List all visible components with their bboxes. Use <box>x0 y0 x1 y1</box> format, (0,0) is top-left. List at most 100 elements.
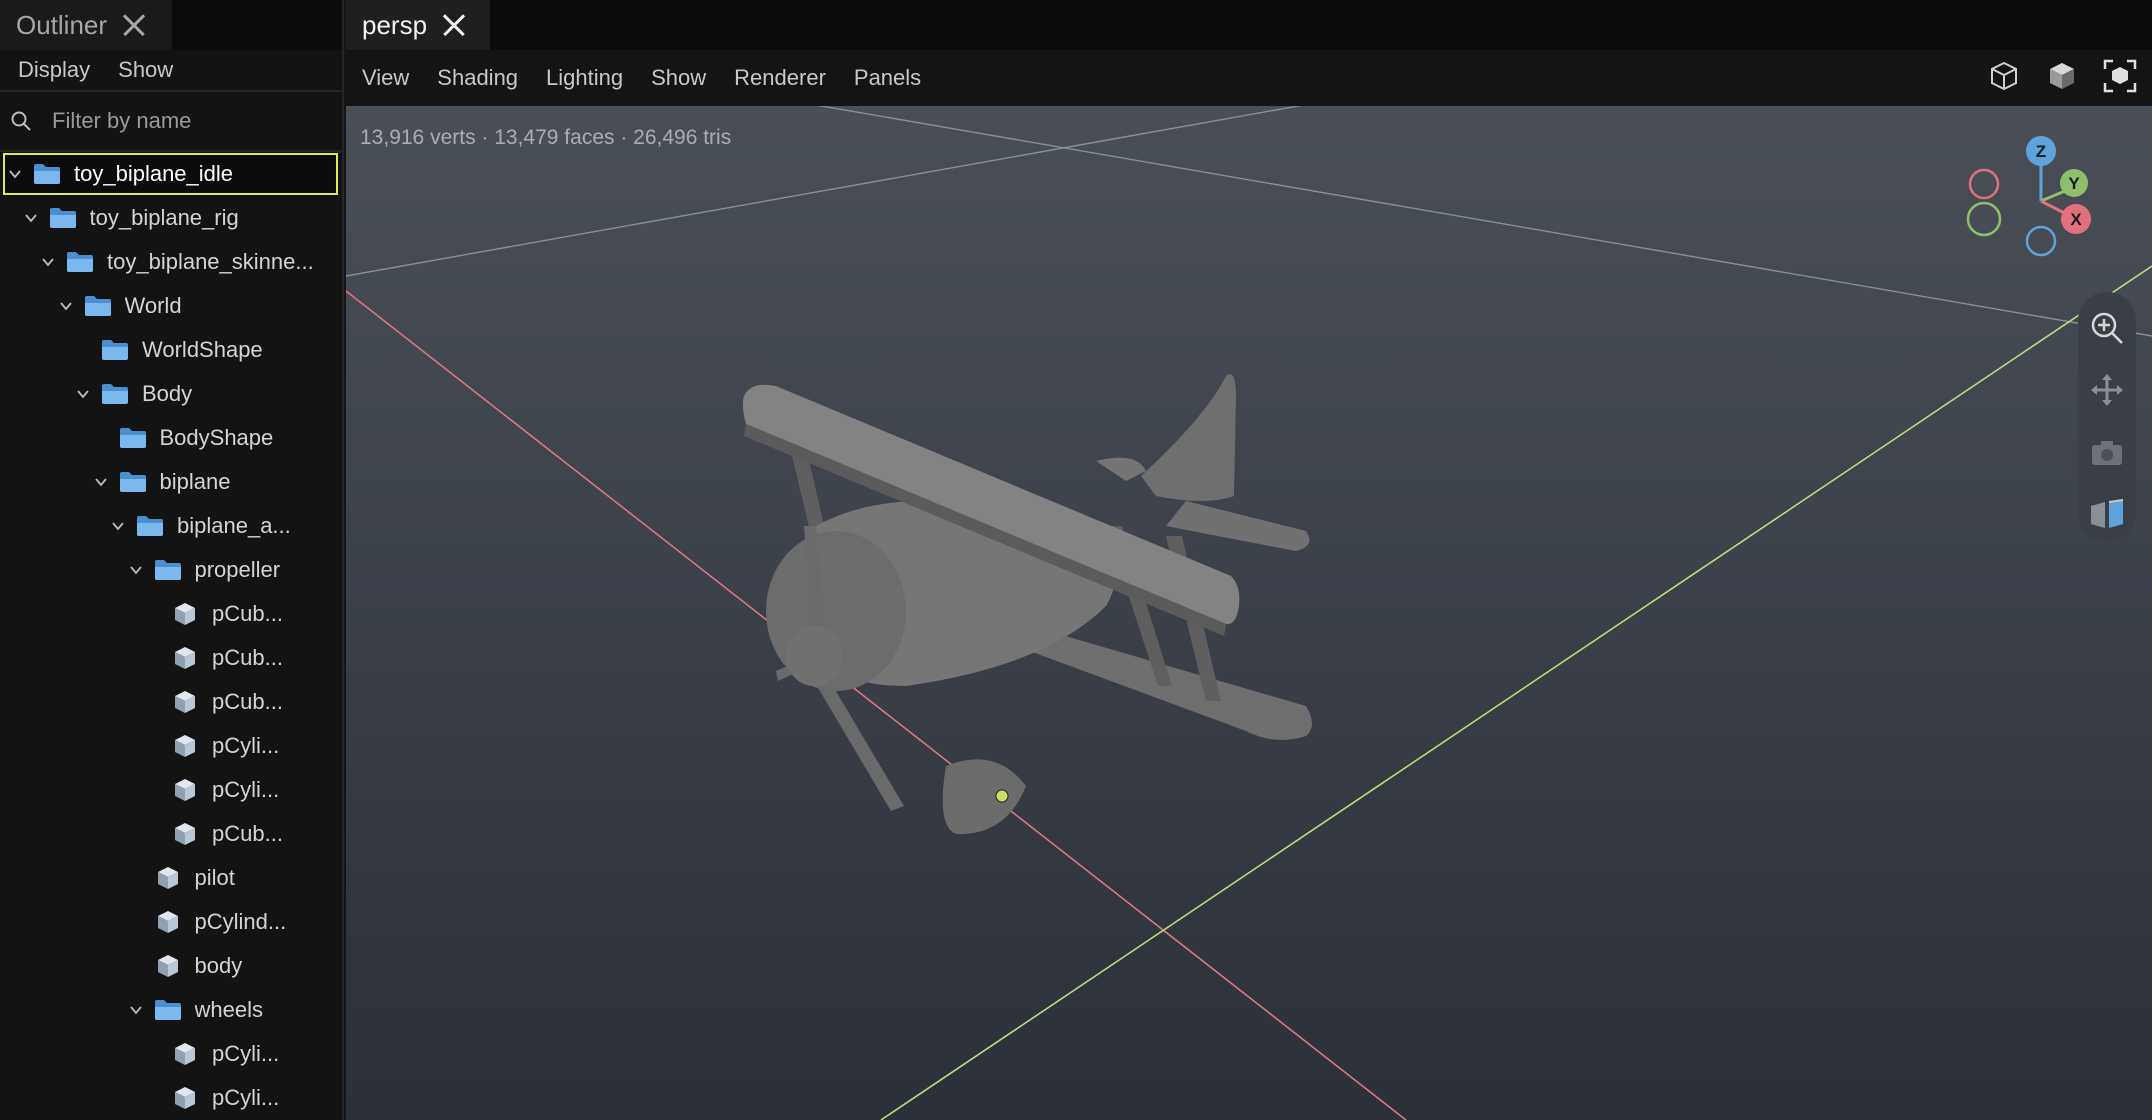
outliner-panel: Outliner Display Show toy_biplane_idleto… <box>0 0 344 1120</box>
chevron-down-icon[interactable] <box>4 163 26 185</box>
mesh-cube-icon <box>170 646 200 670</box>
menu-panels[interactable]: Panels <box>854 65 921 91</box>
tree-row[interactable]: pCylind... <box>0 900 342 944</box>
folder-icon <box>100 382 130 406</box>
tree-row-label: pCub... <box>212 821 283 846</box>
menu-display[interactable]: Display <box>18 57 90 83</box>
menu-view[interactable]: View <box>362 65 409 91</box>
mesh-cube-icon <box>153 910 183 934</box>
tree-row[interactable]: biplane_a... <box>0 504 342 548</box>
orientation-gizmo[interactable]: Z Y X <box>1966 126 2116 286</box>
tree-row-label: pCub... <box>212 645 283 670</box>
folder-icon <box>65 250 95 274</box>
tree-row[interactable]: toy_biplane_idle <box>2 152 339 196</box>
gizmo-neg-x[interactable] <box>1968 168 2000 200</box>
view-cube-icon[interactable] <box>2085 492 2129 536</box>
tree-row-label: pCylind... <box>194 909 287 934</box>
tree-row[interactable]: Body <box>0 372 342 416</box>
folder-icon <box>153 998 183 1022</box>
tab-persp[interactable]: persp <box>346 0 490 50</box>
gizmo-x-label: X <box>2070 210 2082 229</box>
folder-icon <box>83 294 113 318</box>
tree-row[interactable]: pCub... <box>0 680 342 724</box>
tree-row-label: pCyli... <box>212 1085 280 1110</box>
tree-row[interactable]: toy_biplane_skinne... <box>0 240 342 284</box>
chevron-down-icon[interactable] <box>125 999 147 1021</box>
gizmo-neg-z[interactable] <box>2025 225 2057 257</box>
tree-row[interactable]: toy_biplane_rig <box>0 196 342 240</box>
menu-show[interactable]: Show <box>651 65 706 91</box>
tree-row[interactable]: propeller <box>0 548 342 592</box>
grid-line <box>817 106 2152 337</box>
tab-persp-label: persp <box>362 9 428 40</box>
viewport-toolbar <box>1986 58 2138 94</box>
tree-row-label: pCyli... <box>212 1041 280 1066</box>
zoom-icon[interactable] <box>2085 306 2129 350</box>
close-icon[interactable] <box>443 14 465 36</box>
wireframe-cube-icon[interactable] <box>1986 58 2022 94</box>
tree-row-label: toy_biplane_rig <box>89 205 239 230</box>
tree-row-label: Body <box>142 381 193 406</box>
menu-renderer[interactable]: Renderer <box>734 65 826 91</box>
tree-row-label: pCyli... <box>212 777 280 802</box>
gizmo-y-label: Y <box>2068 174 2080 193</box>
mesh-cube-icon <box>170 1042 200 1066</box>
mesh-cube-icon <box>153 954 183 978</box>
biplane-model[interactable] <box>742 374 1312 835</box>
mesh-stats: 13,916 verts · 13,479 faces · 26,496 tri… <box>360 126 732 149</box>
pan-icon[interactable] <box>2085 368 2129 412</box>
viewport-grid <box>346 106 2152 1120</box>
gizmo-neg-y[interactable] <box>1966 201 2002 237</box>
tree-row[interactable]: pilot <box>0 856 342 900</box>
chevron-down-icon[interactable] <box>107 515 129 537</box>
mesh-cube-icon <box>170 690 200 714</box>
folder-icon <box>100 338 130 362</box>
tree-row[interactable]: pCyli... <box>0 1076 342 1120</box>
tree-row-label: WorldShape <box>142 337 263 362</box>
tree-row[interactable]: World <box>0 284 342 328</box>
viewport-3d-scene[interactable]: 13,916 verts · 13,479 faces · 26,496 tri… <box>346 106 2152 1120</box>
filter-input[interactable] <box>52 108 332 134</box>
tree-row[interactable]: pCyli... <box>0 768 342 812</box>
mesh-cube-icon <box>170 822 200 846</box>
tree-row-label: pCub... <box>212 601 283 626</box>
chevron-down-icon[interactable] <box>72 383 94 405</box>
tree-row[interactable]: pCub... <box>0 636 342 680</box>
menu-show[interactable]: Show <box>118 57 173 83</box>
mesh-cube-icon <box>170 602 200 626</box>
menu-shading[interactable]: Shading <box>437 65 518 91</box>
tree-row-label: pCub... <box>212 689 283 714</box>
tree-row-label: propeller <box>194 557 281 582</box>
tree-row-label: biplane_a... <box>177 513 291 538</box>
chevron-down-icon[interactable] <box>55 295 77 317</box>
grid-z-axis-line <box>880 265 2152 1120</box>
mesh-cube-icon <box>170 734 200 758</box>
tree-row[interactable]: pCub... <box>0 812 342 856</box>
tree-row-label: body <box>194 953 243 978</box>
chevron-down-icon[interactable] <box>90 471 112 493</box>
tree-row[interactable]: pCyli... <box>0 724 342 768</box>
chevron-down-icon[interactable] <box>125 559 147 581</box>
tree-row[interactable]: pCyli... <box>0 1032 342 1076</box>
tab-outliner[interactable]: Outliner <box>0 0 172 50</box>
tab-outliner-label: Outliner <box>16 9 108 40</box>
shaded-cube-icon[interactable] <box>2044 58 2080 94</box>
menu-lighting[interactable]: Lighting <box>546 65 623 91</box>
folder-icon <box>48 206 78 230</box>
tree-row[interactable]: body <box>0 944 342 988</box>
tree-row[interactable]: biplane <box>0 460 342 504</box>
folder-icon <box>118 470 148 494</box>
viewport-panel: persp View Shading Lighting Show Rendere… <box>346 0 2152 1120</box>
tree-row[interactable]: WorldShape <box>0 328 342 372</box>
chevron-down-icon[interactable] <box>20 207 42 229</box>
frame-selection-icon[interactable] <box>2102 58 2138 94</box>
outliner-tree: toy_biplane_idle toy_biplane_rig toy_bipla… <box>0 152 342 1120</box>
tree-row[interactable]: pCub... <box>0 592 342 636</box>
close-icon[interactable] <box>123 14 145 36</box>
tree-row[interactable]: wheels <box>0 988 342 1032</box>
chevron-down-icon[interactable] <box>37 251 59 273</box>
outliner-tabbar: Outliner <box>0 0 342 50</box>
camera-icon[interactable] <box>2085 430 2129 474</box>
tree-row[interactable]: BodyShape <box>0 416 342 460</box>
folder-icon <box>135 514 165 538</box>
